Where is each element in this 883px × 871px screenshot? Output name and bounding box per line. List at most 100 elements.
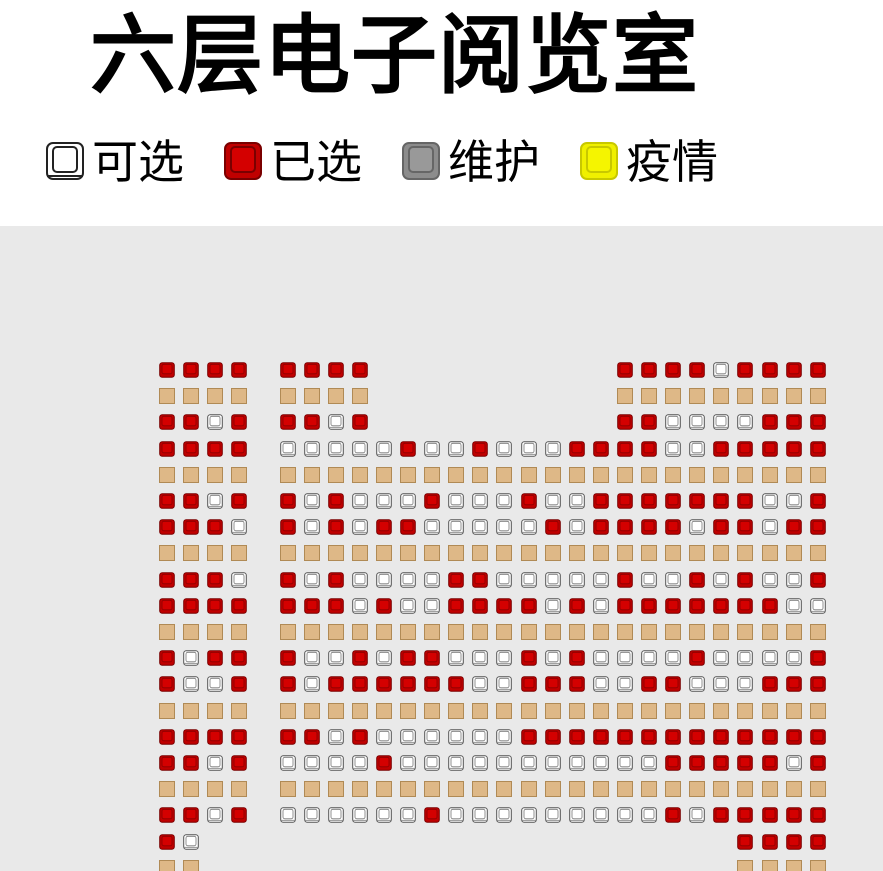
selected-seat[interactable] (665, 598, 681, 614)
available-seat[interactable] (762, 650, 778, 666)
selected-seat[interactable] (183, 598, 199, 614)
available-seat[interactable] (496, 676, 512, 692)
selected-seat[interactable] (810, 519, 826, 535)
selected-seat[interactable] (762, 807, 778, 823)
available-seat[interactable] (207, 807, 223, 823)
selected-seat[interactable] (689, 729, 705, 745)
selected-seat[interactable] (521, 598, 537, 614)
selected-seat[interactable] (737, 493, 753, 509)
selected-seat[interactable] (641, 676, 657, 692)
available-seat[interactable] (737, 676, 753, 692)
available-seat[interactable] (593, 755, 609, 771)
available-seat[interactable] (352, 572, 368, 588)
selected-seat[interactable] (159, 598, 175, 614)
selected-seat[interactable] (328, 362, 344, 378)
selected-seat[interactable] (183, 729, 199, 745)
selected-seat[interactable] (641, 493, 657, 509)
available-seat[interactable] (496, 807, 512, 823)
selected-seat[interactable] (665, 755, 681, 771)
selected-seat[interactable] (737, 807, 753, 823)
selected-seat[interactable] (665, 676, 681, 692)
available-seat[interactable] (448, 807, 464, 823)
selected-seat[interactable] (280, 676, 296, 692)
selected-seat[interactable] (737, 362, 753, 378)
selected-seat[interactable] (280, 729, 296, 745)
selected-seat[interactable] (352, 676, 368, 692)
available-seat[interactable] (521, 441, 537, 457)
selected-seat[interactable] (665, 493, 681, 509)
selected-seat[interactable] (400, 676, 416, 692)
available-seat[interactable] (641, 807, 657, 823)
selected-seat[interactable] (400, 519, 416, 535)
available-seat[interactable] (424, 598, 440, 614)
available-seat[interactable] (328, 650, 344, 666)
available-seat[interactable] (304, 650, 320, 666)
available-seat[interactable] (496, 755, 512, 771)
selected-seat[interactable] (810, 729, 826, 745)
available-seat[interactable] (376, 572, 392, 588)
selected-seat[interactable] (472, 598, 488, 614)
selected-seat[interactable] (159, 493, 175, 509)
available-seat[interactable] (424, 755, 440, 771)
available-seat[interactable] (665, 572, 681, 588)
selected-seat[interactable] (280, 493, 296, 509)
available-seat[interactable] (304, 519, 320, 535)
selected-seat[interactable] (231, 493, 247, 509)
selected-seat[interactable] (569, 676, 585, 692)
selected-seat[interactable] (689, 572, 705, 588)
available-seat[interactable] (207, 414, 223, 430)
selected-seat[interactable] (810, 650, 826, 666)
selected-seat[interactable] (569, 441, 585, 457)
selected-seat[interactable] (713, 598, 729, 614)
selected-seat[interactable] (159, 729, 175, 745)
selected-seat[interactable] (231, 755, 247, 771)
selected-seat[interactable] (786, 729, 802, 745)
available-seat[interactable] (424, 572, 440, 588)
available-seat[interactable] (424, 441, 440, 457)
selected-seat[interactable] (352, 362, 368, 378)
available-seat[interactable] (352, 807, 368, 823)
selected-seat[interactable] (521, 676, 537, 692)
selected-seat[interactable] (231, 362, 247, 378)
selected-seat[interactable] (159, 519, 175, 535)
available-seat[interactable] (328, 755, 344, 771)
selected-seat[interactable] (376, 755, 392, 771)
available-seat[interactable] (665, 650, 681, 666)
selected-seat[interactable] (786, 807, 802, 823)
available-seat[interactable] (376, 729, 392, 745)
available-seat[interactable] (545, 441, 561, 457)
selected-seat[interactable] (713, 441, 729, 457)
available-seat[interactable] (665, 414, 681, 430)
selected-seat[interactable] (304, 729, 320, 745)
selected-seat[interactable] (521, 729, 537, 745)
selected-seat[interactable] (786, 676, 802, 692)
selected-seat[interactable] (569, 598, 585, 614)
selected-seat[interactable] (280, 414, 296, 430)
available-seat[interactable] (207, 755, 223, 771)
selected-seat[interactable] (810, 755, 826, 771)
selected-seat[interactable] (786, 834, 802, 850)
available-seat[interactable] (352, 598, 368, 614)
selected-seat[interactable] (617, 493, 633, 509)
selected-seat[interactable] (424, 807, 440, 823)
selected-seat[interactable] (231, 676, 247, 692)
selected-seat[interactable] (472, 441, 488, 457)
selected-seat[interactable] (376, 598, 392, 614)
available-seat[interactable] (569, 519, 585, 535)
available-seat[interactable] (207, 676, 223, 692)
selected-seat[interactable] (328, 598, 344, 614)
available-seat[interactable] (352, 441, 368, 457)
selected-seat[interactable] (207, 519, 223, 535)
selected-seat[interactable] (593, 729, 609, 745)
available-seat[interactable] (665, 441, 681, 457)
selected-seat[interactable] (810, 362, 826, 378)
selected-seat[interactable] (328, 676, 344, 692)
available-seat[interactable] (593, 676, 609, 692)
available-seat[interactable] (713, 650, 729, 666)
selected-seat[interactable] (328, 519, 344, 535)
selected-seat[interactable] (762, 598, 778, 614)
available-seat[interactable] (496, 729, 512, 745)
selected-seat[interactable] (810, 676, 826, 692)
available-seat[interactable] (472, 493, 488, 509)
available-seat[interactable] (521, 807, 537, 823)
